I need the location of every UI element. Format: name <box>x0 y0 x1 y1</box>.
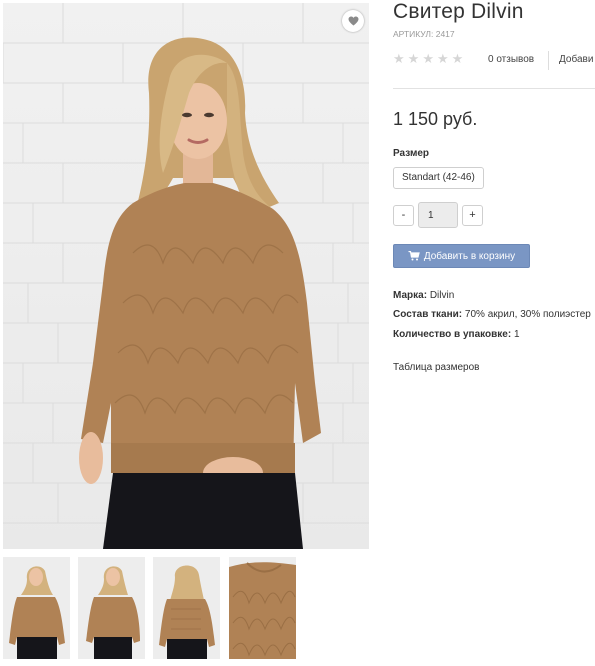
size-label: Размер <box>393 148 430 159</box>
property-brand: Марка: Dilvin <box>393 290 454 301</box>
size-table-link[interactable]: Таблица размеров <box>393 362 479 373</box>
thumbnail-detail[interactable] <box>229 557 296 659</box>
thumbnail-image <box>229 557 296 659</box>
add-to-cart-button[interactable]: Добавить в корзину <box>393 244 530 268</box>
property-value: Dilvin <box>429 290 455 301</box>
property-name: Количество в упаковке: <box>393 329 512 340</box>
property-name: Марка: <box>393 290 428 301</box>
star-icon[interactable]: ★ <box>452 52 464 66</box>
product-article: АРТИКУЛ: 2417 <box>393 29 455 39</box>
thumbnail-image <box>153 557 220 659</box>
main-product-image[interactable] <box>3 3 369 549</box>
reviews-count-link[interactable]: 0 отзывов <box>488 54 534 65</box>
heart-icon <box>348 16 358 26</box>
thumbnail-image <box>3 557 70 659</box>
quantity-input[interactable] <box>418 202 458 228</box>
product-title: Свитер Dilvin <box>393 0 524 23</box>
divider <box>548 51 549 70</box>
rating-stars[interactable]: ★ ★ ★ ★ ★ <box>393 52 463 66</box>
product-price: 1 150 руб. <box>393 109 478 129</box>
star-icon[interactable]: ★ <box>437 52 449 66</box>
cart-icon <box>408 251 420 261</box>
product-photo <box>3 3 369 549</box>
thumbnail-image <box>78 557 145 659</box>
star-icon[interactable]: ★ <box>408 52 420 66</box>
property-value: 1 <box>513 329 520 340</box>
property-fabric: Состав ткани: 70% акрил, 30% полиэстер <box>393 309 591 320</box>
favorite-button[interactable] <box>342 10 364 32</box>
property-pack-quantity: Количество в упаковке: 1 <box>393 329 520 340</box>
quantity-plus-button[interactable]: + <box>462 205 483 226</box>
star-icon[interactable]: ★ <box>422 52 434 66</box>
divider <box>393 88 595 89</box>
star-icon[interactable]: ★ <box>393 52 405 66</box>
thumbnail-side[interactable] <box>78 557 145 659</box>
thumbnail-back[interactable] <box>153 557 220 659</box>
property-name: Состав ткани: <box>393 309 463 320</box>
property-value: 70% акрил, 30% полиэстер <box>464 309 591 320</box>
add-to-cart-label: Добавить в корзину <box>423 250 516 262</box>
size-option-button[interactable]: Standart (42-46) <box>393 167 484 189</box>
thumbnail-front[interactable] <box>3 557 70 659</box>
quantity-minus-button[interactable]: - <box>393 205 414 226</box>
add-review-link[interactable]: Добави <box>559 54 593 65</box>
